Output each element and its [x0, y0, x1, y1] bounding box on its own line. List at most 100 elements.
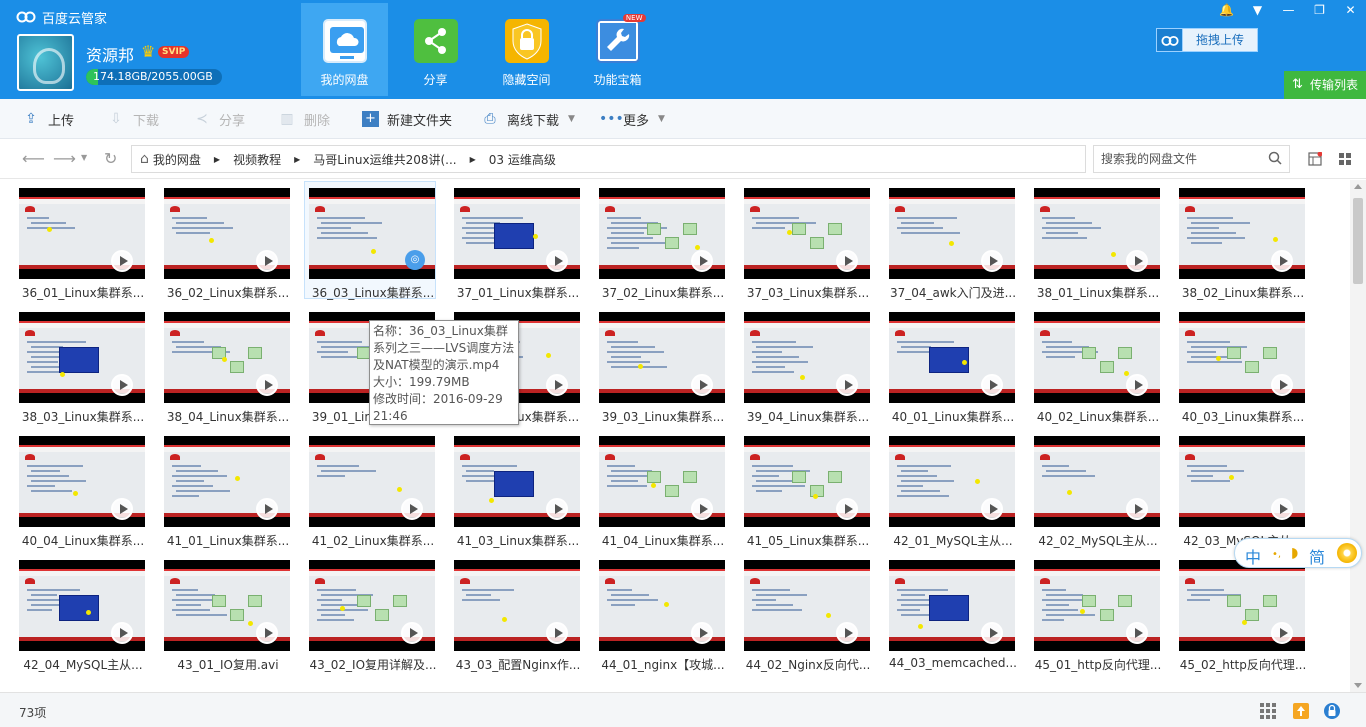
play-icon[interactable] [836, 622, 858, 644]
file-tile[interactable]: 38_04_Linux集群系... [159, 305, 291, 424]
file-tile[interactable]: 36_01_Linux集群系... [14, 181, 146, 300]
file-tile[interactable]: 44_01_nginx【攻城... [594, 553, 726, 672]
play-icon[interactable] [981, 622, 1003, 644]
play-icon[interactable] [111, 622, 133, 644]
play-icon[interactable] [836, 374, 858, 396]
search-icon[interactable] [1268, 151, 1282, 165]
file-tile[interactable]: 39_03_Linux集群系... [594, 305, 726, 424]
download-button[interactable]: ⇩ 下载 [107, 109, 159, 129]
upload-status-icon[interactable] [1292, 702, 1310, 720]
transfer-list-button[interactable]: ⇅ 传输列表 [1284, 71, 1366, 99]
file-tile[interactable]: 41_01_Linux集群系... [159, 429, 291, 548]
play-icon[interactable] [546, 374, 568, 396]
play-icon[interactable] [111, 374, 133, 396]
search-box[interactable] [1093, 145, 1290, 173]
play-icon[interactable] [1271, 622, 1293, 644]
close-button[interactable]: ✕ [1335, 0, 1366, 22]
ime-mode[interactable]: 中 [1245, 544, 1261, 568]
play-icon[interactable] [111, 250, 133, 272]
play-icon[interactable] [111, 498, 133, 520]
thumbnail-view-icon[interactable] [1308, 152, 1322, 166]
username[interactable]: 资源邦 [86, 42, 134, 66]
file-tile[interactable]: 37_04_awk入门及进... [884, 181, 1016, 300]
drag-upload-button[interactable]: 拖拽上传 [1156, 28, 1258, 52]
file-tile[interactable]: 43_02_IO复用详解及... [304, 553, 436, 672]
file-tile[interactable]: 41_03_Linux集群系... [449, 429, 581, 548]
lock-status-icon[interactable] [1323, 702, 1341, 720]
file-tile[interactable]: 45_01_http反向代理... [1029, 553, 1161, 672]
ime-toolbar[interactable]: 中 •, ◗ 简 [1234, 538, 1362, 568]
select-check-icon[interactable]: ◎ [405, 250, 425, 270]
file-tile[interactable]: ◎ 36_03_Linux集群系... [304, 181, 436, 300]
play-icon[interactable] [691, 622, 713, 644]
file-tile[interactable]: 41_05_Linux集群系... [739, 429, 871, 548]
tab-hidden-space[interactable]: 隐藏空间 [483, 3, 570, 96]
play-icon[interactable] [401, 622, 423, 644]
file-tile[interactable]: 39_04_Linux集群系... [739, 305, 871, 424]
avatar[interactable] [17, 34, 74, 91]
breadcrumb-item[interactable]: 我的网盘 [153, 151, 201, 168]
ime-settings-icon[interactable] [1337, 543, 1357, 563]
play-icon[interactable] [981, 250, 1003, 272]
file-tile[interactable]: 40_01_Linux集群系... [884, 305, 1016, 424]
file-tile[interactable]: 42_03_MySQL主从... [1174, 429, 1306, 548]
menu-dropdown-icon[interactable]: ▼ [1242, 0, 1273, 22]
more-button[interactable]: ••• 更多 ▼ [599, 109, 665, 129]
notification-bell-icon[interactable]: 🔔 [1211, 0, 1242, 22]
breadcrumb-separator-icon[interactable]: ▶ [214, 155, 220, 164]
play-icon[interactable] [1271, 498, 1293, 520]
play-icon[interactable] [1126, 622, 1148, 644]
refresh-icon[interactable]: ↻ [104, 149, 117, 168]
back-arrow-icon[interactable]: ⟵ [22, 149, 45, 168]
breadcrumb-item-current[interactable]: 03 运维高级 [489, 151, 556, 168]
scrollbar-thumb[interactable] [1353, 198, 1363, 284]
play-icon[interactable] [691, 498, 713, 520]
breadcrumb-item[interactable]: 马哥Linux运维共208讲(... [313, 151, 456, 168]
file-tile[interactable]: 40_04_Linux集群系... [14, 429, 146, 548]
file-tile[interactable]: 41_02_Linux集群系... [304, 429, 436, 548]
forward-arrow-icon[interactable]: ⟶ [53, 149, 76, 168]
home-icon[interactable]: ⌂ [140, 151, 149, 167]
play-icon[interactable] [981, 498, 1003, 520]
play-icon[interactable] [1271, 250, 1293, 272]
play-icon[interactable] [981, 374, 1003, 396]
file-tile[interactable]: 37_03_Linux集群系... [739, 181, 871, 300]
file-tile[interactable]: 45_02_http反向代理... [1174, 553, 1306, 672]
grid-view-icon[interactable] [1338, 152, 1352, 166]
tab-toolbox[interactable]: NEW 功能宝箱 [574, 3, 661, 96]
delete-button[interactable]: ▥ 删除 [278, 109, 330, 129]
file-tile[interactable]: 37_02_Linux集群系... [594, 181, 726, 300]
file-tile[interactable]: 38_01_Linux集群系... [1029, 181, 1161, 300]
file-tile[interactable]: 40_03_Linux集群系... [1174, 305, 1306, 424]
play-icon[interactable] [1126, 374, 1148, 396]
storage-quota-bar[interactable]: 174.18GB/2055.00GB [86, 69, 222, 85]
search-input[interactable] [1101, 151, 1266, 167]
breadcrumb-item[interactable]: 视频教程 [233, 151, 281, 168]
file-tile[interactable]: 43_01_IO复用.avi [159, 553, 291, 672]
breadcrumb-separator-icon[interactable]: ▶ [294, 155, 300, 164]
scroll-down-icon[interactable] [1354, 683, 1362, 688]
play-icon[interactable] [691, 250, 713, 272]
ime-punctuation-icon[interactable]: •, [1272, 549, 1281, 560]
file-tile[interactable]: 36_02_Linux集群系... [159, 181, 291, 300]
ime-charset[interactable]: 简 [1309, 544, 1325, 568]
history-dropdown-icon[interactable]: ▼ [81, 153, 87, 162]
upload-button[interactable]: ⇪ 上传 [22, 109, 74, 129]
file-tile[interactable]: 42_04_MySQL主从... [14, 553, 146, 672]
play-icon[interactable] [1126, 250, 1148, 272]
play-icon[interactable] [546, 498, 568, 520]
file-tile[interactable]: 41_04_Linux集群系... [594, 429, 726, 548]
ime-halfwidth-icon[interactable]: ◗ [1291, 545, 1298, 561]
scrollbar[interactable] [1350, 180, 1366, 692]
file-tile[interactable]: 44_03_memcached... [884, 553, 1017, 671]
share-button[interactable]: ≺ 分享 [193, 109, 245, 129]
file-tile[interactable]: 40_02_Linux集群系... [1029, 305, 1161, 424]
play-icon[interactable] [691, 374, 713, 396]
minimize-button[interactable]: — [1273, 0, 1304, 22]
play-icon[interactable] [836, 250, 858, 272]
grid-layout-icon[interactable] [1259, 702, 1277, 720]
tab-share[interactable]: 分享 [392, 3, 479, 96]
tab-my-netdisk[interactable]: 我的网盘 [301, 3, 388, 96]
play-icon[interactable] [836, 498, 858, 520]
breadcrumb-separator-icon[interactable]: ▶ [470, 155, 476, 164]
